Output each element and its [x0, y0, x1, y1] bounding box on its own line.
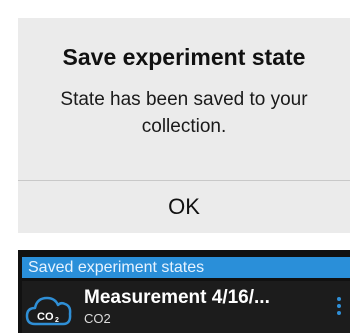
dialog-title: Save experiment state	[62, 44, 306, 70]
saved-state-title: Measurement 4/16/...	[84, 287, 270, 308]
saved-states-header-label: Saved experiment states	[28, 259, 205, 276]
save-experiment-dialog: Save experiment state State has been sav…	[18, 18, 350, 233]
saved-state-item[interactable]: CO 2 Measurement 4/16/... CO2	[22, 281, 350, 333]
saved-state-subtitle: CO2	[84, 311, 111, 326]
saved-states-header: Saved experiment states	[22, 257, 350, 278]
dialog-message: State has been saved to your collection.	[60, 89, 308, 137]
co2-icon-label: CO	[37, 311, 54, 323]
ok-button[interactable]: OK	[18, 181, 350, 233]
co2-cloud-icon: CO 2	[25, 290, 73, 330]
saved-states-panel: Saved experiment states CO 2 Measurement…	[18, 250, 350, 333]
co2-icon-subscript: 2	[55, 317, 59, 324]
more-vertical-icon[interactable]	[334, 295, 344, 317]
